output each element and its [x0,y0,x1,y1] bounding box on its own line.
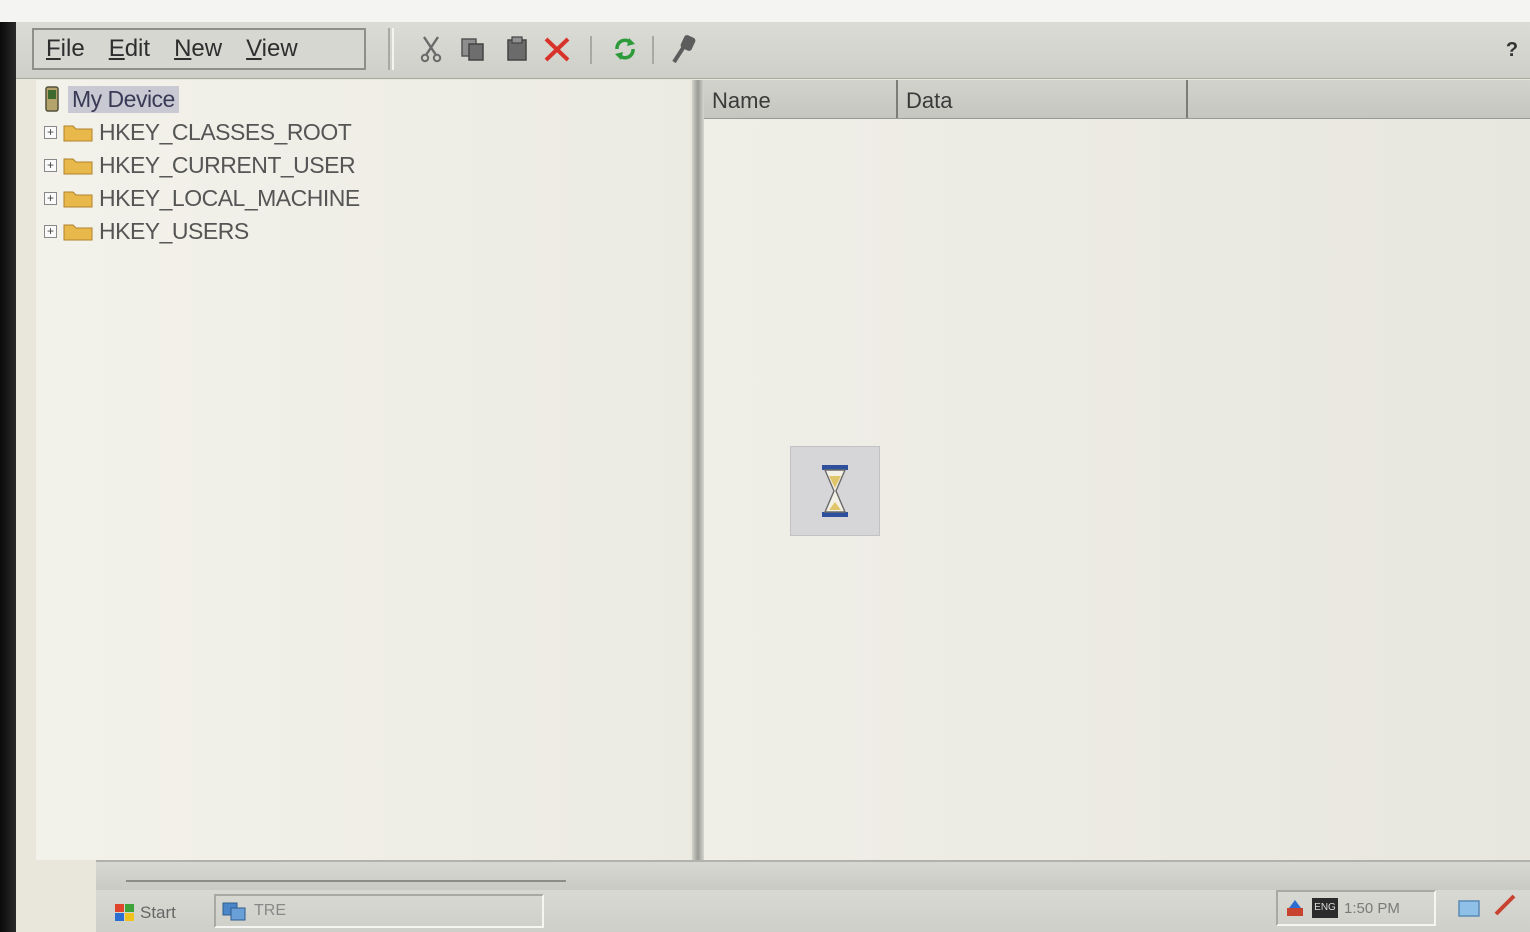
status-strip [96,860,1530,892]
toolbar-separator [590,36,592,64]
start-label: Start [140,903,176,922]
taskbar-app-label: TRE [254,902,286,919]
folder-icon [63,224,93,241]
folder-icon [63,191,93,208]
expand-icon[interactable]: + [44,191,57,205]
list-header: Name Data [704,80,1530,119]
device-icon [45,86,59,112]
start-button[interactable]: Start [114,898,176,928]
column-header-data[interactable]: Data [898,80,1188,118]
tree-item-label: HKEY_LOCAL_MACHINE [99,184,360,211]
copy-icon [461,38,484,61]
system-tray: ENG 1:50 PM [1276,890,1436,926]
tree-item-hkey-users[interactable]: + HKEY_USERS [44,216,249,246]
column-header-name[interactable]: Name [704,80,898,118]
expand-icon[interactable]: + [44,125,57,139]
column-header-empty [1188,80,1530,118]
menu-bar: File Edit New View [32,28,366,70]
tree-item-hkey-local-machine[interactable]: + HKEY_LOCAL_MACHINE [44,183,360,213]
refresh-icon [615,38,635,60]
find-icon [672,35,696,64]
tree-item-hkey-classes-root[interactable]: + HKEY_CLASSES_ROOT [44,117,352,147]
expand-icon[interactable]: + [44,224,57,238]
expand-icon[interactable]: + [44,158,57,172]
taskbar-app-button[interactable]: TRE [214,894,544,928]
menu-file[interactable]: File [34,35,97,63]
cut-icon [420,36,442,63]
registry-app-icon [222,902,246,921]
tree-root-label[interactable]: My Device [68,85,179,113]
folder-icon [63,125,93,142]
clock[interactable]: 1:50 PM [1344,900,1400,917]
paste-button[interactable] [500,32,534,66]
command-bar: File Edit New View ? [16,22,1530,79]
busy-indicator [790,446,880,536]
toolbar-grip [388,28,394,70]
tree-root[interactable]: My Device [44,84,179,114]
tree-item-label: HKEY_CLASSES_ROOT [99,118,352,145]
input-language-indicator[interactable]: ENG [1312,898,1338,918]
network-icon[interactable] [1284,898,1306,918]
menu-view[interactable]: View [234,35,310,63]
menu-new[interactable]: New [162,35,234,63]
registry-tree[interactable]: My Device + HKEY_CLASSES_ROOT + HKEY_CUR… [36,80,690,860]
folder-icon [63,158,93,175]
delete-icon [544,37,570,62]
windows-logo-icon [115,904,134,921]
monitor-bezel-left [0,22,16,932]
find-button[interactable] [666,32,700,66]
copy-button[interactable] [456,32,490,66]
tree-item-label: HKEY_CURRENT_USER [99,151,356,178]
toolbar-separator [652,36,654,64]
taskbar-divider [126,880,566,882]
pane-splitter[interactable] [692,80,704,862]
paste-icon [507,36,527,61]
refresh-button[interactable] [608,32,642,66]
delete-button[interactable] [540,32,574,66]
taskbar: Start TRE ENG 1:50 PM [96,890,1530,932]
screen: File Edit New View ? My Device + HKEY_CL… [16,22,1530,932]
desktop-icon[interactable] [1456,896,1482,922]
monitor-bezel-top [0,0,1530,22]
menu-edit[interactable]: Edit [97,35,162,63]
help-button[interactable]: ? [1500,36,1524,64]
tree-item-label: HKEY_USERS [99,217,249,244]
cut-button[interactable] [414,32,448,66]
tree-item-hkey-current-user[interactable]: + HKEY_CURRENT_USER [44,150,356,180]
pen-icon[interactable] [1492,892,1518,918]
hourglass-icon [822,465,848,517]
